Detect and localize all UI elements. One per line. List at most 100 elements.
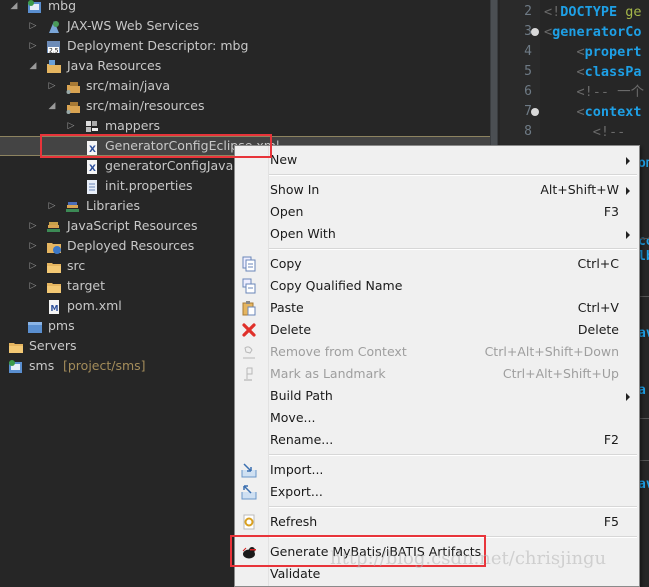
menu-item-rename[interactable]: Rename... F2 — [235, 429, 639, 451]
code-line[interactable]: <!DOCTYPE ge — [544, 2, 642, 22]
menu-item-label: Build Path — [270, 388, 333, 403]
menu-item-move[interactable]: Move... — [235, 407, 639, 429]
tree-item-label: Servers — [29, 338, 77, 353]
tree-item-label: pms — [48, 318, 75, 333]
menu-item-shortcut: Alt+Shift+W — [540, 182, 619, 197]
code-line[interactable]: <!-- 一个 — [544, 82, 645, 102]
xml-punct: < — [544, 104, 585, 120]
code-line[interactable]: <context — [544, 102, 642, 122]
svg-text:M: M — [51, 304, 59, 313]
menu-item-label: New — [270, 152, 298, 167]
expand-toggle-icon[interactable]: ▷ — [28, 216, 38, 236]
tree-item[interactable]: ▷ src/main/java — [0, 76, 490, 96]
xml-comment: <!-- 一个 — [544, 84, 645, 100]
maven-pom-icon: M — [46, 299, 62, 314]
deployment-descriptor-icon: 2.5 — [46, 39, 62, 55]
line-number: 6 — [524, 84, 532, 99]
tree-item-label: Libraries — [86, 198, 140, 213]
menu-item-mark-as-landmark: Mark as Landmark Ctrl+Alt+Shift+Up — [235, 363, 639, 385]
tree-item-label: src/main/resources — [86, 98, 205, 113]
tree-item-label: mappers — [105, 118, 161, 133]
expand-toggle-icon[interactable]: ▷ — [28, 276, 38, 296]
tree-item-label: Deployed Resources — [67, 238, 195, 253]
xml-punct: < — [544, 64, 585, 80]
menu-item-open-with[interactable]: Open With — [235, 223, 639, 245]
deployed-resources-icon — [46, 239, 62, 254]
code-line[interactable]: <classPa — [544, 62, 642, 82]
expand-toggle-icon[interactable]: ▷ — [47, 76, 57, 96]
menu-item-label: Refresh — [270, 514, 318, 529]
tree-item-label: JavaScript Resources — [67, 218, 198, 233]
tree-item[interactable]: ◢ Java Resources — [0, 56, 490, 76]
line-number: 7 — [524, 104, 532, 119]
context-menu: New Show In Alt+Shift+W Open F3 Open With Copy… — [234, 145, 640, 587]
menu-item-shortcut: F3 — [603, 204, 619, 219]
expand-toggle-icon[interactable]: ▷ — [66, 116, 76, 136]
menu-item-shortcut: Ctrl+Alt+Shift+Down — [484, 344, 619, 359]
code-indent-guide — [640, 460, 649, 461]
javascript-resources-icon — [46, 219, 62, 233]
expand-toggle-icon[interactable]: ▷ — [28, 16, 38, 36]
fold-collapse-icon[interactable] — [531, 108, 539, 116]
export-icon — [241, 484, 257, 500]
collapse-toggle-icon[interactable]: ◢ — [9, 0, 19, 16]
tree-item-label: JAX-WS Web Services — [67, 18, 200, 33]
xml-tag: classPa — [584, 64, 642, 80]
copy-qualified-name-icon — [241, 278, 257, 294]
menu-item-shortcut: Ctrl+V — [577, 300, 619, 315]
xml-text: ge — [617, 4, 642, 20]
highlight-box-selected-file — [40, 134, 272, 158]
web-services-icon — [46, 19, 62, 33]
xml-tag: propert — [584, 44, 642, 60]
tree-item[interactable]: ◢ src/main/resources — [0, 96, 490, 116]
code-line[interactable]: <propert — [544, 42, 642, 62]
code-line[interactable]: <generatorCo — [544, 22, 642, 42]
menu-item-label: Delete — [270, 322, 312, 337]
menu-item-label: Copy — [270, 256, 302, 271]
line-number: 4 — [524, 44, 532, 59]
fold-collapse-icon[interactable] — [531, 28, 539, 36]
tree-item-label: target — [67, 278, 106, 293]
menu-item-import[interactable]: Import... — [235, 459, 639, 481]
tree-item[interactable]: ▷ 2.5 Deployment Descriptor: mbg — [0, 36, 490, 56]
menu-item-paste[interactable]: Paste Ctrl+V — [235, 297, 639, 319]
tree-item[interactable]: ▷ mappers — [0, 116, 490, 136]
menu-item-new[interactable]: New — [235, 149, 639, 171]
xml-punct: < — [544, 44, 585, 60]
refresh-icon — [241, 514, 257, 530]
libraries-icon — [65, 199, 81, 213]
expand-toggle-icon[interactable]: ▷ — [47, 196, 57, 216]
menu-item-show-in[interactable]: Show In Alt+Shift+W — [235, 179, 639, 201]
line-number: 5 — [524, 64, 532, 79]
folder-icon — [46, 259, 62, 273]
menu-item-label: Paste — [270, 300, 304, 315]
java-resources-icon — [46, 59, 62, 73]
menu-item-shortcut: Ctrl+Alt+Shift+Up — [502, 366, 619, 381]
code-indent-guide — [640, 296, 649, 297]
tree-item-decoration: [project/sms] — [63, 358, 146, 373]
menu-item-label: Rename... — [270, 432, 334, 447]
menu-item-delete[interactable]: Delete Delete — [235, 319, 639, 341]
tree-item[interactable]: ▷ JAX-WS Web Services — [0, 16, 490, 36]
tree-item[interactable]: ◢ mbg — [0, 0, 490, 16]
menu-item-refresh[interactable]: Refresh F5 — [235, 511, 639, 533]
menu-item-export[interactable]: Export... — [235, 481, 639, 503]
menu-item-copy[interactable]: Copy Ctrl+C — [235, 253, 639, 275]
expand-toggle-icon[interactable]: ▷ — [28, 236, 38, 256]
tree-item-label: mbg — [48, 0, 77, 13]
menu-item-copy-qualified-name[interactable]: Copy Qualified Name — [235, 275, 639, 297]
menu-item-label: Export... — [270, 484, 323, 499]
code-line[interactable]: <!-- — [544, 122, 626, 142]
collapse-toggle-icon[interactable]: ◢ — [28, 56, 38, 76]
expand-toggle-icon[interactable]: ▷ — [28, 256, 38, 276]
menu-item-build-path[interactable]: Build Path — [235, 385, 639, 407]
expand-toggle-icon[interactable]: ▷ — [28, 36, 38, 56]
menu-item-shortcut: Delete — [577, 322, 619, 337]
web-project-icon — [8, 359, 24, 373]
collapse-toggle-icon[interactable]: ◢ — [47, 96, 57, 116]
menu-item-open[interactable]: Open F3 — [235, 201, 639, 223]
svg-text:X: X — [89, 164, 96, 174]
menu-item-label: Remove from Context — [270, 344, 407, 359]
folder-icon — [46, 279, 62, 293]
copy-icon — [241, 256, 257, 272]
